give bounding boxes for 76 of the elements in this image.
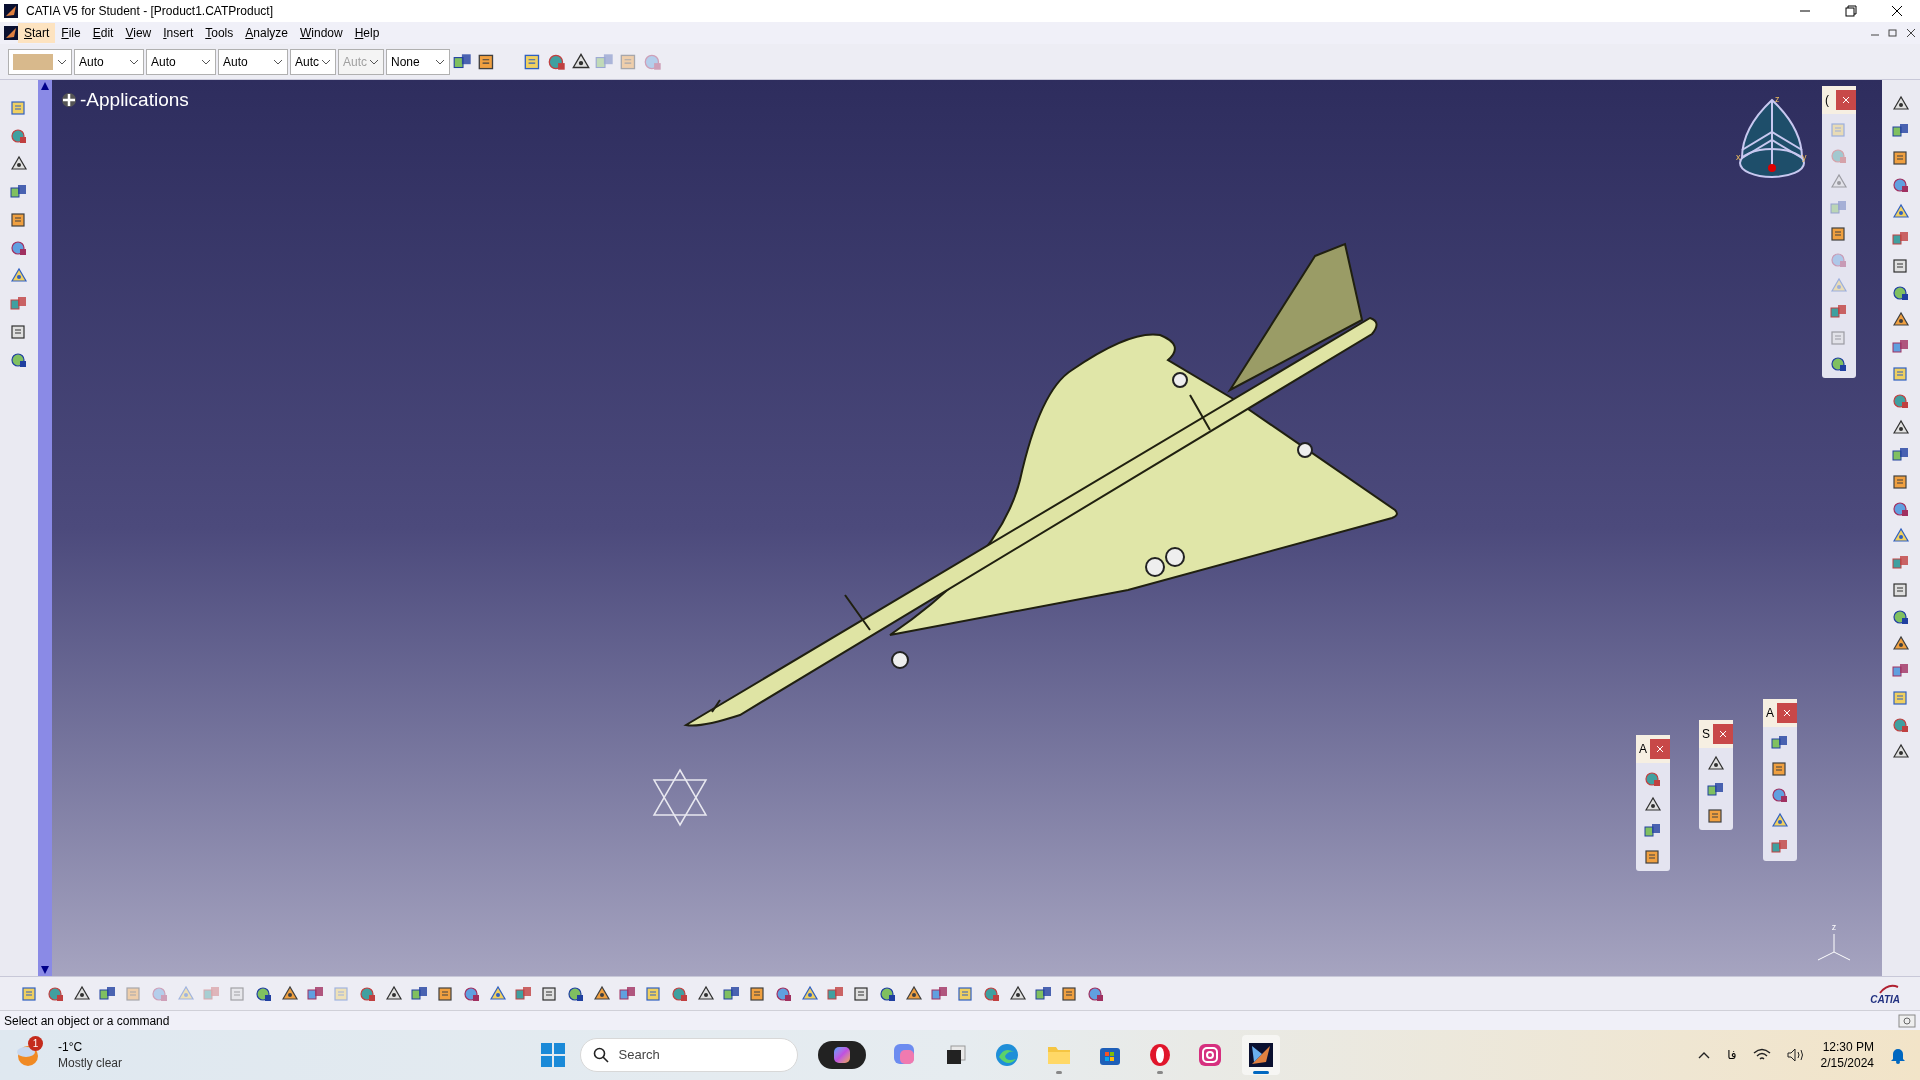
- chevron-down-icon: [321, 57, 331, 66]
- search-input[interactable]: Search: [618, 1045, 699, 1065]
- chevron-down-icon: [57, 57, 67, 66]
- toolbar-title: A: [1639, 741, 1647, 758]
- menu-item[interactable]: Tools: [199, 23, 240, 43]
- chevron-down-icon: [201, 57, 211, 66]
- dropdown[interactable]: Autc: [290, 48, 336, 75]
- chevron-down-icon: [435, 57, 445, 66]
- close-button[interactable]: [1836, 90, 1856, 110]
- close-icon: [1783, 709, 1791, 717]
- close-button[interactable]: [1777, 703, 1797, 723]
- wifi-icon[interactable]: [1752, 1048, 1771, 1062]
- axis-label: z: [1831, 920, 1837, 934]
- menu-item[interactable]: View: [119, 23, 158, 43]
- close-button[interactable]: [1713, 724, 1733, 744]
- tool-icon[interactable]: [9, 238, 29, 258]
- clock-date[interactable]: 2/15/2024: [1820, 1055, 1874, 1071]
- origin-marker-icon: [652, 768, 708, 827]
- tool-icon[interactable]: [1829, 354, 1849, 374]
- tool-icon[interactable]: [1891, 175, 1911, 195]
- color-dropdown[interactable]: [8, 48, 72, 75]
- clock-time[interactable]: 12:30 PM: [1822, 1039, 1874, 1055]
- dropdown[interactable]: None: [386, 48, 450, 75]
- dropdown[interactable]: Auto: [218, 48, 288, 75]
- browser-icon: [993, 1042, 1020, 1068]
- menu-item[interactable]: Start: [18, 23, 56, 43]
- toolbar-title: A: [1766, 705, 1774, 722]
- dropdown[interactable]: Auto: [146, 48, 216, 75]
- close-icon: [1842, 96, 1850, 104]
- search-icon: [592, 1047, 609, 1063]
- weather-condition: Mostly clear: [58, 1055, 122, 1071]
- tool-icon[interactable]: [1891, 607, 1911, 627]
- tool-icon[interactable]: [1891, 499, 1911, 519]
- app-icon: [4, 4, 18, 18]
- logo-icon: [1878, 982, 1900, 995]
- windows-start-icon[interactable]: [539, 1042, 566, 1068]
- tree-node[interactable]: -Applications: [80, 86, 189, 115]
- notification-badge: 1: [28, 1036, 43, 1051]
- camera-app-icon: [1197, 1043, 1222, 1067]
- status-text: Select an object or a command: [4, 1012, 170, 1030]
- opera-icon: [1147, 1043, 1172, 1067]
- menu-item[interactable]: Help: [348, 23, 386, 43]
- running-indicator: [1156, 1071, 1163, 1074]
- toolbar-title: S: [1702, 726, 1710, 743]
- chevron-down-icon: [129, 57, 139, 66]
- dropdown[interactable]: Auto: [74, 48, 144, 75]
- copilot-icon: [817, 1041, 866, 1069]
- menu-item[interactable]: Window: [294, 23, 349, 43]
- toolbar-title: (: [1825, 92, 1829, 109]
- search-field[interactable]: Search: [579, 1038, 798, 1072]
- close-icon: [1656, 745, 1664, 753]
- app-icon: [4, 26, 18, 40]
- close-icon: [1719, 730, 1727, 738]
- close-button[interactable]: [1650, 739, 1670, 759]
- window-title: CATIA V5 for Student - [Product1.CATProduct]: [26, 3, 273, 20]
- menu-item[interactable]: Insert: [157, 23, 200, 43]
- taskbar-app[interactable]: [1241, 1035, 1280, 1075]
- volume-icon[interactable]: [1786, 1048, 1805, 1062]
- menu-item[interactable]: File: [55, 23, 87, 43]
- 3d-viewport[interactable]: -Applications z x y z ( A S A: [52, 80, 1882, 976]
- running-indicator: [1252, 1071, 1269, 1074]
- expand-icon[interactable]: [60, 91, 78, 110]
- menu-item[interactable]: Edit: [86, 23, 120, 43]
- menu-item[interactable]: Analyze: [239, 23, 294, 43]
- language-indicator[interactable]: فا: [1727, 1046, 1737, 1064]
- bell-icon[interactable]: [1890, 1046, 1906, 1064]
- chevron-up-icon[interactable]: [1697, 1050, 1712, 1060]
- tool-icon[interactable]: [1891, 283, 1911, 303]
- chevron-down-icon: [273, 57, 283, 66]
- logo-text: CATIA: [1870, 994, 1900, 1005]
- tool-icon[interactable]: [1770, 785, 1790, 805]
- temperature: -1°C: [58, 1039, 84, 1055]
- tool-icon[interactable]: [9, 350, 29, 370]
- chevron-down-icon: [369, 57, 379, 66]
- catia-app-icon: [1247, 1042, 1274, 1068]
- running-indicator: [1055, 1071, 1062, 1074]
